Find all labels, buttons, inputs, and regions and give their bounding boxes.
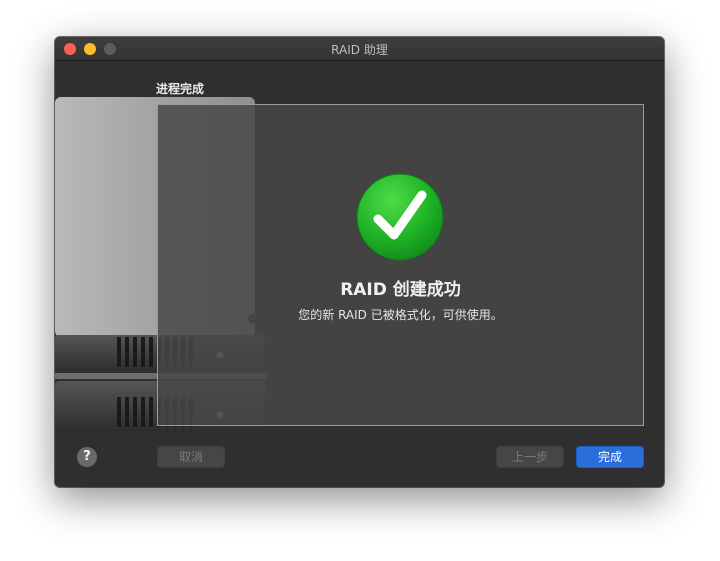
done-button[interactable]: 完成 (576, 446, 644, 468)
result-panel: RAID 创建成功 您的新 RAID 已被格式化，可供使用。 (157, 104, 644, 426)
cancel-button[interactable]: 取消 (157, 446, 225, 468)
raid-assistant-window: RAID 助理 进程完成 RAID 创建成功 您的新 RAID 已被格式化，可供… (55, 37, 664, 487)
window-title: RAID 助理 (331, 43, 388, 57)
back-button[interactable]: 上一步 (496, 446, 564, 468)
success-title: RAID 创建成功 (340, 280, 461, 300)
help-button[interactable]: ? (77, 447, 97, 467)
checkmark-success-icon (356, 173, 444, 261)
title-bar: RAID 助理 (55, 37, 664, 61)
success-description: 您的新 RAID 已被格式化，可供使用。 (298, 308, 503, 322)
step-heading: 进程完成 (156, 82, 205, 96)
